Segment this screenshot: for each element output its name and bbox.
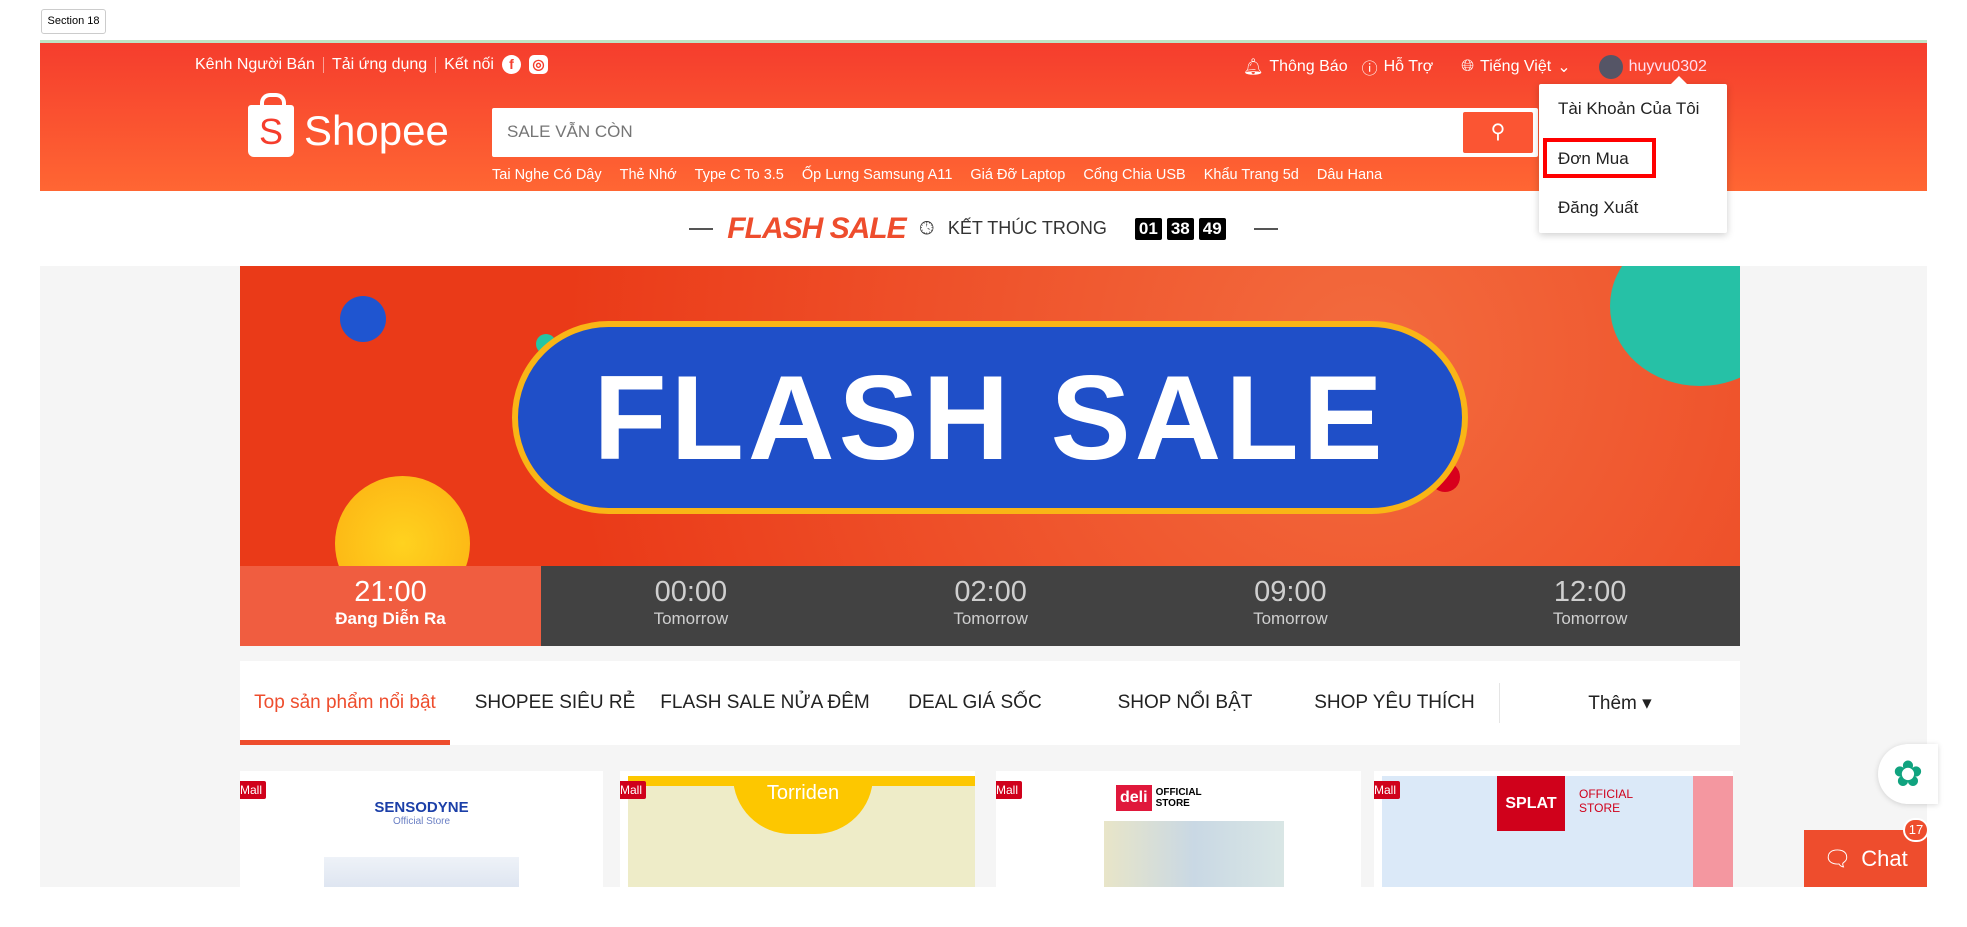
logo-text: Shopee — [304, 107, 449, 154]
tab-flash-sale-midnight[interactable]: FLASH SALE NỬA ĐÊM — [660, 661, 870, 745]
time-slot[interactable]: 02:00 Tomorrow — [841, 566, 1141, 646]
product-grid: Mall SENSODYNE Official Store Torriden M… — [240, 771, 1740, 887]
topbar-left: Kênh Người Bán Tải ứng dụng Kết nối f ◎ — [195, 55, 548, 74]
product-card[interactable]: Mall deli OFFICIAL STORE — [996, 771, 1361, 887]
menu-item-logout[interactable]: Đăng Xuất — [1558, 198, 1638, 218]
category-tabs: Top sản phẩm nổi bật SHOPEE SIÊU RẺ FLAS… — [240, 661, 1740, 745]
help-link[interactable]: Hỗ Trợ — [1384, 58, 1434, 76]
slot-time: 02:00 — [954, 576, 1027, 608]
suggestion-link[interactable]: Cổng Chia USB — [1083, 167, 1185, 183]
tab-deal-gia-soc[interactable]: DEAL GIÁ SỐC — [870, 661, 1080, 745]
side-banner — [1693, 776, 1733, 887]
brand-sub: OFFICIAL STORE — [1155, 787, 1202, 809]
suggestion-link[interactable]: Khẩu Trang 5d — [1204, 167, 1299, 183]
search-suggestions: Tai Nghe Có Dây Thẻ Nhớ Type C To 3.5 Ốp… — [492, 167, 1382, 183]
countdown-minutes: 38 — [1166, 217, 1194, 240]
slot-time: 12:00 — [1553, 576, 1627, 608]
slot-status: Tomorrow — [953, 609, 1028, 628]
time-slot[interactable]: 09:00 Tomorrow — [1141, 566, 1441, 646]
decor-shape — [1610, 266, 1740, 386]
brand-name: deli — [1116, 785, 1152, 811]
globe-icon: 🌐︎ — [1461, 58, 1475, 75]
avatar[interactable] — [1598, 55, 1623, 79]
tab-shop-yeu-thich[interactable]: SHOP YÊU THÍCH — [1290, 683, 1500, 723]
download-app-link[interactable]: Tải ứng dụng — [332, 56, 427, 74]
product-card[interactable]: Mall SENSODYNE Official Store — [240, 771, 603, 887]
chat-icon: 🗨︎ — [1823, 845, 1852, 871]
notifications-link[interactable]: Thông Báo — [1269, 58, 1347, 76]
decor-circle — [335, 476, 470, 566]
flash-sale-title: FLASH SALE — [727, 211, 906, 245]
bell-icon: 🔔︎ — [1243, 59, 1264, 76]
tab-top-products[interactable]: Top sản phẩm nổi bật — [240, 661, 450, 745]
flash-sale-banner: FLASH SALE — [240, 266, 1740, 566]
banner-title: FLASH SALE — [512, 321, 1468, 514]
chat-label: Chat — [1861, 845, 1908, 871]
ends-in-label: KẾT THÚC TRONG — [947, 218, 1107, 238]
slot-status: Tomorrow — [1552, 609, 1628, 628]
slot-time: 09:00 — [1254, 576, 1327, 608]
suggestion-link[interactable]: Tai Nghe Có Dây — [492, 167, 602, 183]
slot-time: 21:00 — [354, 576, 427, 608]
product-image — [1104, 821, 1284, 887]
shopee-logo[interactable]: S Shopee — [248, 93, 449, 157]
countdown-seconds: 49 — [1198, 217, 1226, 240]
product-image — [324, 857, 519, 887]
brand-sub: OFFICIAL STORE — [1579, 787, 1633, 815]
time-slot[interactable]: 12:00 Tomorrow — [1440, 566, 1740, 646]
product-card[interactable]: Torriden Mall — [620, 771, 975, 887]
search-bar: ⚲ — [492, 108, 1538, 157]
clock-icon: 🕓︎ — [919, 218, 934, 238]
brand-name: SENSODYNE — [374, 799, 469, 816]
shopee-bag-icon: S — [248, 93, 294, 157]
mall-badge: Mall — [620, 781, 647, 799]
divider — [322, 56, 324, 73]
facebook-icon[interactable]: f — [501, 55, 521, 74]
menu-item-my-account[interactable]: Tài Khoản Của Tôi — [1558, 99, 1699, 119]
suggestion-link[interactable]: Thẻ Nhớ — [620, 167, 677, 183]
tab-more[interactable]: Thêm ▾ — [1500, 661, 1740, 745]
suggestion-link[interactable]: Giá Đỡ Laptop — [970, 167, 1065, 183]
divider — [1253, 227, 1278, 230]
time-slot[interactable]: 00:00 Tomorrow — [541, 566, 841, 646]
suggestion-link[interactable]: Dâu Hana — [1317, 167, 1382, 183]
username-link[interactable]: huyvu0302 — [1629, 58, 1707, 76]
search-input[interactable] — [492, 108, 1392, 155]
help-icon: ⓘ — [1361, 61, 1378, 78]
connect-label: Kết nối — [444, 55, 494, 73]
slot-time: 00:00 — [654, 576, 728, 608]
decor-circle — [340, 296, 386, 342]
tab-shopee-sieu-re[interactable]: SHOPEE SIÊU RẺ — [450, 661, 660, 745]
mall-badge: Mall — [1374, 781, 1401, 799]
language-selector[interactable]: Tiếng Việt — [1480, 58, 1551, 76]
chevron-down-icon: ⌄ — [1557, 59, 1571, 76]
suggestion-link[interactable]: Type C To 3.5 — [695, 167, 784, 183]
search-icon: ⚲ — [1490, 121, 1506, 143]
slot-status: Tomorrow — [653, 609, 729, 628]
seller-channel-link[interactable]: Kênh Người Bán — [195, 56, 315, 74]
chat-unread-badge: 17 — [1903, 818, 1929, 842]
brand-name: SPLAT — [1497, 776, 1565, 831]
time-slots: 21:00 Đang Diễn Ra 00:00 Tomorrow 02:00 Tom… — [240, 566, 1740, 646]
mall-badge: Mall — [240, 781, 267, 799]
product-card[interactable]: SPLAT OFFICIAL STORE Mall — [1374, 771, 1733, 887]
slot-status: Tomorrow — [1253, 609, 1328, 628]
time-slot[interactable]: 21:00 Đang Diễn Ra — [240, 566, 541, 646]
divider — [435, 56, 437, 73]
section-label: Section 18 — [41, 9, 106, 34]
mall-badge: Mall — [996, 781, 1023, 799]
highlight-box — [1543, 138, 1656, 178]
countdown-hours: 01 — [1134, 217, 1162, 240]
assistant-icon[interactable]: ✿ — [1878, 744, 1938, 804]
divider — [689, 227, 714, 230]
tab-shop-noi-bat[interactable]: SHOP NỔI BẬT — [1080, 661, 1290, 745]
slot-status: Đang Diễn Ra — [335, 609, 446, 628]
brand-sub: Official Store — [392, 816, 451, 827]
search-button[interactable]: ⚲ — [1463, 112, 1533, 153]
topbar-right: 🔔︎ Thông Báo ⓘ Hỗ Trợ 🌐︎ Tiếng Việt ⌄ huyvu0… — [1243, 55, 1707, 79]
instagram-icon[interactable]: ◎ — [528, 55, 548, 74]
suggestion-link[interactable]: Ốp Lưng Samsung A11 — [802, 167, 953, 183]
